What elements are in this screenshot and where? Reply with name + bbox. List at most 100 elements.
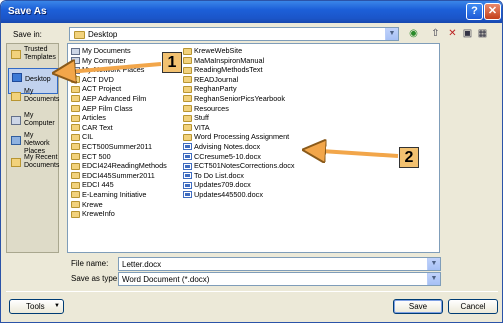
file-name: ECT500Summer2011 xyxy=(82,141,153,151)
save-as-dialog: Save As ? ✕ Save in: Desktop ▼ ◉ ⇧ ✕ ▣ ▦… xyxy=(0,0,503,323)
folder-item[interactable]: ReghanSeniorPicsYearbook xyxy=(183,94,295,104)
folder-item[interactable]: ACT DVD xyxy=(71,75,167,85)
chevron-down-icon[interactable]: ▼ xyxy=(427,273,440,285)
callout-1: 1 xyxy=(162,52,182,73)
folder-item[interactable]: Krewe xyxy=(71,200,167,210)
save-in-dropdown[interactable]: Desktop ▼ xyxy=(69,27,399,41)
desktop-icon xyxy=(74,31,85,39)
folder-item[interactable]: Articles xyxy=(71,113,167,123)
word-document-icon xyxy=(183,153,192,161)
chevron-down-icon: ▼ xyxy=(54,303,60,309)
save-in-label: Save in: xyxy=(13,30,42,39)
folder-icon xyxy=(71,143,80,151)
folder-item[interactable]: My Computer xyxy=(71,56,167,66)
file-name: CCresume5-10.docx xyxy=(194,151,261,161)
folder-icon xyxy=(183,57,192,65)
file-name-value[interactable]: Letter.docx xyxy=(122,260,161,269)
places-bar: Trusted Templates Desktop My Documents My C… xyxy=(6,43,59,253)
file-name: ACT DVD xyxy=(82,74,114,84)
folder-item[interactable]: ACT Project xyxy=(71,84,167,94)
file-name-field[interactable]: Letter.docx ▼ xyxy=(118,257,441,271)
folder-item[interactable]: CIL xyxy=(71,132,167,142)
file-name: CAR Text xyxy=(82,122,113,132)
folder-item[interactable]: EDCI424ReadingMethods xyxy=(71,161,167,171)
folder-item[interactable]: My Network Places xyxy=(71,65,167,75)
file-name: EDCI 445 xyxy=(82,180,114,190)
folder-item[interactable]: ECT 500 xyxy=(71,152,167,162)
file-name: KreweInfo xyxy=(82,209,115,219)
file-name: Krewe xyxy=(82,199,103,209)
word-document-icon xyxy=(183,143,192,151)
file-item[interactable]: Updates709.docx xyxy=(183,180,295,190)
folder-icon xyxy=(11,50,21,59)
file-name: My Documents xyxy=(82,46,131,55)
chevron-down-icon[interactable]: ▼ xyxy=(385,28,398,40)
folder-item[interactable]: EDCI 445 xyxy=(71,180,167,190)
folder-icon xyxy=(183,114,192,122)
file-item[interactable]: To Do List.docx xyxy=(183,171,295,181)
folder-item[interactable]: MaMaInspironManual xyxy=(183,56,295,66)
folder-item[interactable]: Stuff xyxy=(183,113,295,123)
file-item[interactable]: CCresume5-10.docx xyxy=(183,152,295,162)
file-name: VITA xyxy=(194,122,210,132)
views-icon[interactable]: ▦ xyxy=(475,27,490,41)
folder-icon xyxy=(183,105,192,113)
save-as-type-dropdown[interactable]: Word Document (*.docx) ▼ xyxy=(118,272,441,286)
file-item[interactable]: ECT501NotesCorrections.docx xyxy=(183,161,295,171)
help-button[interactable]: ? xyxy=(466,3,483,20)
folder-item[interactable]: VITA xyxy=(183,123,295,133)
file-name: EDCI424ReadingMethods xyxy=(82,161,167,171)
file-name: KreweWebSite xyxy=(194,46,243,55)
folder-item[interactable]: Resources xyxy=(183,104,295,114)
folder-item[interactable]: E-Learning Initiative xyxy=(71,190,167,200)
folder-icon xyxy=(183,76,192,84)
tools-button[interactable]: Tools ▼ xyxy=(9,299,64,314)
recent-icon xyxy=(11,158,21,167)
file-item[interactable]: Updates445500.docx xyxy=(183,190,295,200)
folder-item[interactable]: ReghanParty xyxy=(183,84,295,94)
folder-item[interactable]: READJournal xyxy=(183,75,295,85)
folder-item[interactable]: KreweInfo xyxy=(71,209,167,219)
cancel-button[interactable]: Cancel xyxy=(448,299,498,314)
folder-item[interactable]: ReadingMethodsText xyxy=(183,65,295,75)
place-my-recent-documents[interactable]: My Recent Documents xyxy=(8,154,59,180)
folder-icon xyxy=(183,47,192,55)
word-document-icon xyxy=(183,191,192,199)
folder-item[interactable]: CAR Text xyxy=(71,123,167,133)
folder-icon xyxy=(183,85,192,93)
folder-item[interactable]: ECT500Summer2011 xyxy=(71,142,167,152)
delete-icon[interactable]: ✕ xyxy=(445,27,460,41)
documents-icon xyxy=(11,92,21,101)
file-name: ACT Project xyxy=(82,84,122,94)
new-folder-icon[interactable]: ▣ xyxy=(460,27,475,41)
folder-icon xyxy=(71,124,80,132)
place-my-documents[interactable]: My Documents xyxy=(8,88,60,114)
file-column-1: My Documents My Computer My Network Places… xyxy=(71,46,167,219)
folder-item[interactable]: AEP Film Class xyxy=(71,104,167,114)
file-name: Articles xyxy=(82,113,106,123)
folder-icon xyxy=(71,172,80,180)
back-icon[interactable]: ◉ xyxy=(406,27,421,41)
folder-item[interactable]: KreweWebSite xyxy=(183,46,295,56)
title-bar: Save As ? ✕ xyxy=(1,1,502,23)
up-folder-icon[interactable]: ⇧ xyxy=(428,27,443,41)
file-item[interactable]: Advising Notes.docx xyxy=(183,142,295,152)
folder-icon xyxy=(71,76,80,84)
folder-item[interactable]: My Documents xyxy=(71,46,167,56)
folder-item[interactable]: EDCI445Summer2011 xyxy=(71,171,167,181)
chevron-down-icon[interactable]: ▼ xyxy=(427,258,440,270)
folder-icon xyxy=(71,201,80,208)
file-name: ECT501NotesCorrections.docx xyxy=(194,161,295,171)
folder-icon xyxy=(71,95,80,103)
system-folder-icon xyxy=(71,66,80,74)
file-list[interactable]: My Documents My Computer My Network Places… xyxy=(67,43,440,253)
file-name: ReghanSeniorPicsYearbook xyxy=(194,93,286,103)
place-label: My Documents xyxy=(24,88,60,103)
folder-item[interactable]: AEP Advanced Film xyxy=(71,94,167,104)
folder-item[interactable]: Word Processing Assignment xyxy=(183,132,295,142)
save-button[interactable]: Save xyxy=(393,299,443,314)
file-name: AEP Advanced Film xyxy=(82,93,147,103)
divider xyxy=(6,291,498,292)
file-name: ReghanParty xyxy=(194,84,237,94)
close-button[interactable]: ✕ xyxy=(484,3,501,20)
